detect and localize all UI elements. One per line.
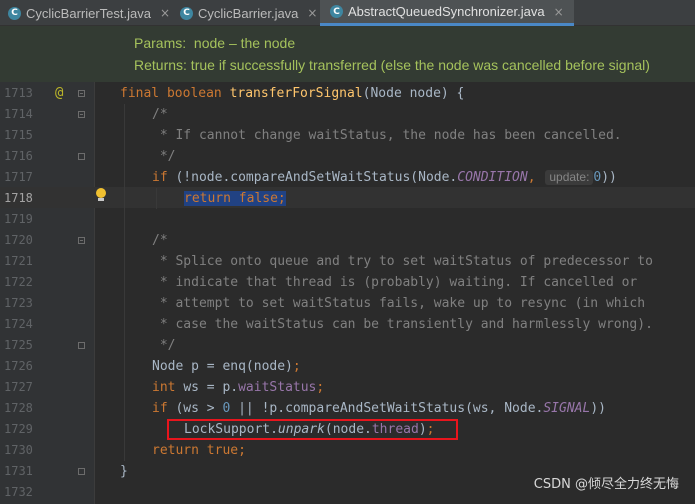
line-number: 1728 — [4, 401, 33, 415]
close-icon[interactable]: × — [554, 5, 564, 19]
code-token: int — [152, 380, 184, 395]
line-number: 1730 — [4, 443, 33, 457]
indent-guide — [156, 188, 157, 209]
watermark: CSDN @倾尽全力终无悔 — [533, 477, 679, 492]
line-number: 1718 — [4, 191, 33, 205]
code-token: || !p.compareAndSetWaitStatus(ws, Node. — [230, 401, 544, 416]
close-icon[interactable]: × — [160, 6, 170, 20]
fold-marker-icon[interactable] — [78, 90, 85, 97]
tab-label: AbstractQueuedSynchronizer.java — [348, 4, 545, 19]
code-token: )) — [601, 170, 617, 185]
code-token: transferForSignal — [229, 86, 363, 101]
lightbulb-icon[interactable] — [96, 188, 106, 201]
code-token: return true — [152, 443, 239, 458]
line-number: 1721 — [4, 254, 33, 268]
line-number: 1713 — [4, 86, 33, 100]
code-token: )) — [590, 401, 606, 416]
java-class-icon: C — [330, 5, 343, 18]
tab-label: CyclicBarrier.java — [198, 5, 299, 21]
code-line-1723[interactable]: * attempt to set waitStatus fails, wake … — [152, 293, 645, 314]
code-token: (!node.compareAndSetWaitStatus(Node. — [175, 170, 458, 185]
fold-end-icon[interactable] — [78, 342, 85, 349]
indent-guide — [124, 104, 125, 461]
fold-end-icon[interactable] — [78, 468, 85, 475]
line-number: 1717 — [4, 170, 33, 184]
fold-marker-icon[interactable] — [78, 237, 85, 244]
tab-abstractqueuedsynchronizer[interactable]: C AbstractQueuedSynchronizer.java × — [320, 0, 574, 26]
line-number: 1723 — [4, 296, 33, 310]
code-token: ; — [238, 443, 246, 458]
line-number: 1715 — [4, 128, 33, 142]
code-token: waitStatus — [238, 380, 317, 395]
java-class-icon: C — [180, 6, 193, 20]
selected-code: return false; — [184, 191, 286, 206]
code-token: Node p = enq(node) — [152, 359, 293, 374]
line-number: 1724 — [4, 317, 33, 331]
line-number: 1725 — [4, 338, 33, 352]
editor-tab-bar: C CyclicBarrierTest.java × C CyclicBarri… — [0, 0, 695, 26]
code-line-1724[interactable]: * case the waitStatus can be transiently… — [152, 314, 653, 335]
code-token: return false — [184, 191, 278, 206]
code-line-1714[interactable]: /* — [152, 104, 168, 125]
code-token: (ws > — [175, 401, 223, 416]
override-annotation-icon[interactable]: @ — [55, 83, 63, 104]
code-token: (Node node) { — [362, 86, 465, 101]
line-number: 1720 — [4, 233, 33, 247]
tab-cyclicbarrier[interactable]: C CyclicBarrier.java × — [180, 0, 317, 26]
code-line-1716[interactable]: */ — [152, 146, 176, 167]
line-number: 1716 — [4, 149, 33, 163]
line-number: 1729 — [4, 422, 33, 436]
code-token: SIGNAL — [543, 401, 591, 416]
line-number: 1722 — [4, 275, 33, 289]
code-line-1726[interactable]: Node p = enq(node); — [152, 356, 301, 377]
tab-cyclicbarriertest[interactable]: C CyclicBarrierTest.java × — [8, 0, 170, 26]
code-line-1727[interactable]: int ws = p.waitStatus; — [152, 377, 324, 398]
code-line-1728[interactable]: if (ws > 0 || !p.compareAndSetWaitStatus… — [152, 398, 606, 419]
code-line-1713[interactable]: final boolean transferForSignal(Node nod… — [120, 83, 464, 104]
code-token: if — [152, 401, 176, 416]
javadoc-params: Params: node – the node — [134, 35, 296, 51]
line-number: 1726 — [4, 359, 33, 373]
javadoc-returns: Returns: true if successfully transferre… — [134, 57, 650, 73]
code-line-1718[interactable]: return false; — [184, 188, 286, 209]
rendered-javadoc: Params: node – the node Returns: true if… — [0, 26, 695, 82]
line-number: 1719 — [4, 212, 33, 226]
line-number: 1731 — [4, 464, 33, 478]
code-token: if — [152, 170, 176, 185]
parameter-hint: update: — [545, 170, 594, 185]
code-token: CONDITION — [457, 170, 528, 185]
fold-marker-icon[interactable] — [78, 111, 85, 118]
line-number: 1727 — [4, 380, 33, 394]
gutter-separator — [94, 82, 95, 504]
code-token: ; — [316, 380, 325, 395]
close-icon[interactable]: × — [307, 6, 317, 20]
highlight-box — [167, 419, 458, 440]
code-line-1730[interactable]: return true; — [152, 440, 246, 461]
java-class-icon: C — [8, 6, 21, 20]
code-line-1715[interactable]: * If cannot change waitStatus, the node … — [152, 125, 622, 146]
code-line-1717[interactable]: if (!node.compareAndSetWaitStatus(Node.C… — [152, 167, 617, 188]
code-token: ; — [292, 359, 301, 374]
code-token: ; — [277, 191, 286, 206]
code-line-1721[interactable]: * Splice onto queue and try to set waitS… — [152, 251, 653, 272]
code-token: ws = p. — [183, 380, 239, 395]
code-token: , — [527, 170, 544, 185]
tab-label: CyclicBarrierTest.java — [26, 5, 151, 21]
line-number: 1732 — [4, 485, 33, 499]
code-token: final boolean — [120, 86, 230, 101]
code-line-1720[interactable]: /* — [152, 230, 168, 251]
line-number: 1714 — [4, 107, 33, 121]
code-line-1731[interactable]: } — [120, 461, 128, 482]
fold-end-icon[interactable] — [78, 153, 85, 160]
code-line-1722[interactable]: * indicate that thread is (probably) wai… — [152, 272, 637, 293]
code-line-1725[interactable]: */ — [152, 335, 176, 356]
